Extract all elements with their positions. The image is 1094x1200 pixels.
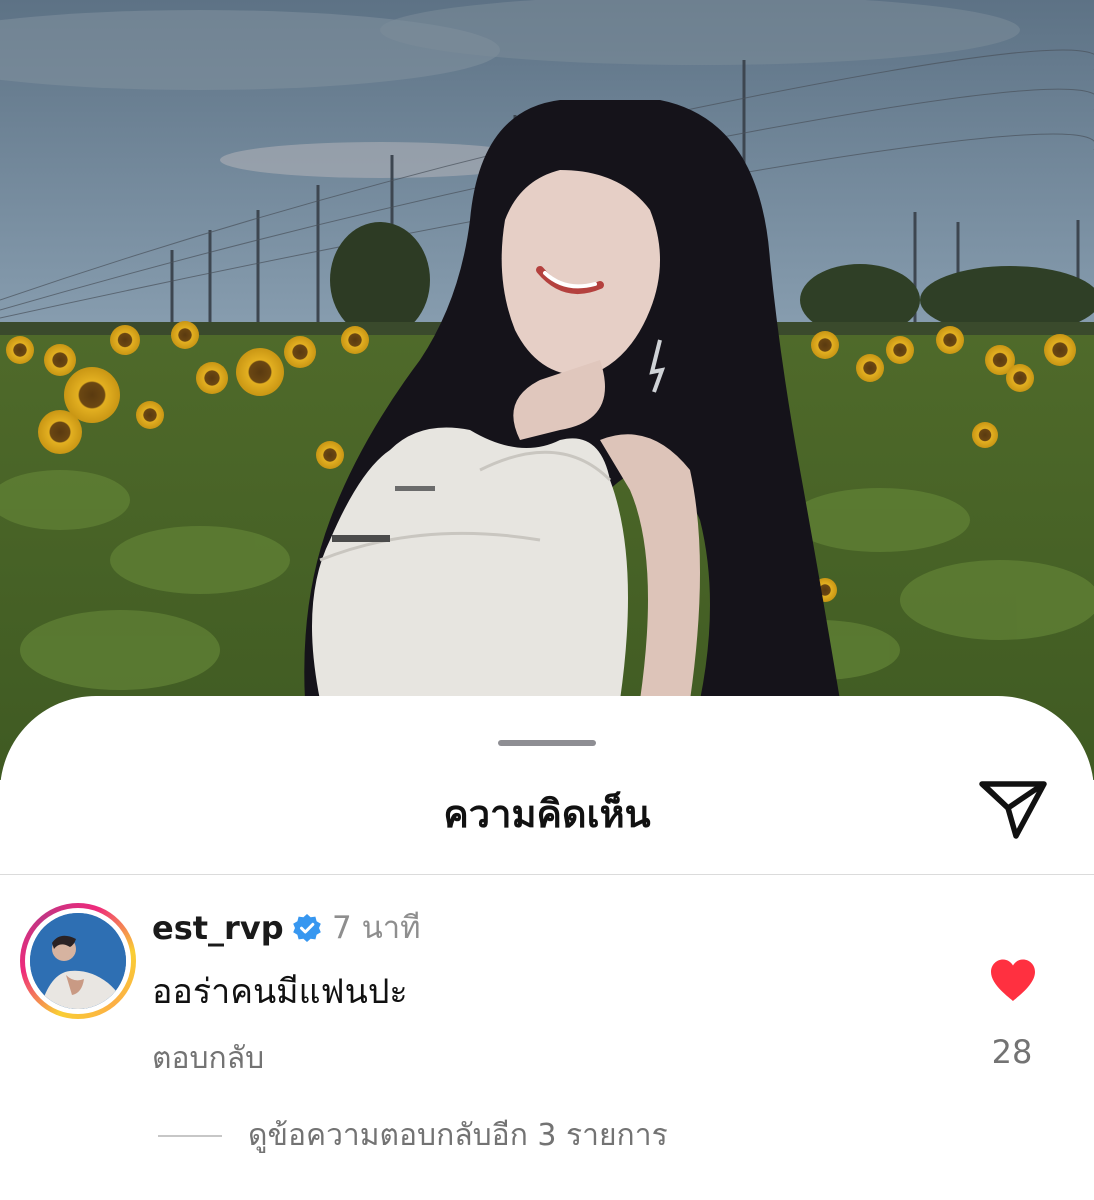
heart-icon bbox=[991, 959, 1035, 1001]
comments-sheet: ความคิดเห็น est_rvp 7 นาที ออร่าคนมีแฟนป… bbox=[0, 696, 1094, 1200]
avatar[interactable] bbox=[20, 903, 136, 1019]
verified-badge-icon bbox=[293, 914, 321, 942]
avatar-image bbox=[30, 913, 126, 1009]
like-button[interactable] bbox=[988, 957, 1038, 1003]
post-photo bbox=[0, 0, 1094, 780]
view-replies-label: ดูข้อความตอบกลับอีก 3 รายการ bbox=[248, 1118, 668, 1153]
paper-plane-icon bbox=[979, 781, 1047, 839]
reply-button[interactable]: ตอบกลับ bbox=[152, 1037, 264, 1081]
comment-item: est_rvp 7 นาที ออร่าคนมีแฟนปะ ตอบกลับ 28… bbox=[0, 875, 1094, 1200]
sheet-grabber[interactable] bbox=[498, 740, 596, 746]
share-button[interactable] bbox=[976, 776, 1050, 842]
comment-text: ออร่าคนมีแฟนปะ bbox=[152, 972, 408, 1012]
comment-username[interactable]: est_rvp bbox=[152, 905, 284, 951]
like-count: 28 bbox=[991, 1033, 1033, 1071]
comment-timestamp: 7 นาที bbox=[332, 910, 421, 946]
replies-line bbox=[158, 1135, 222, 1137]
sheet-title: ความคิดเห็น bbox=[443, 792, 651, 836]
